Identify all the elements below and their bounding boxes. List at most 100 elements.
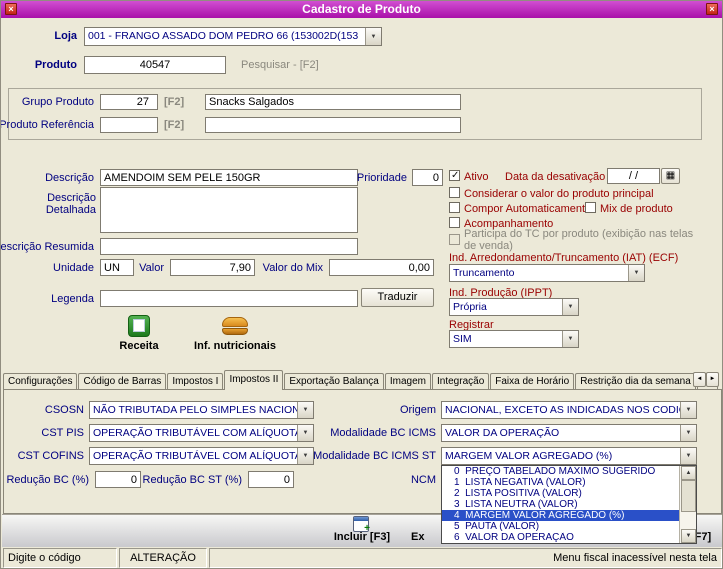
chevron-down-icon[interactable]: ▼ — [680, 448, 696, 464]
modalidade-bc-icms-st-dropdown: 0 PREÇO TABELADO MÁXIMO SUGERIDO 1 LISTA… — [441, 465, 697, 544]
chevron-down-icon[interactable]: ▼ — [680, 402, 696, 418]
csosn-value: NÃO TRIBUTADA PELO SIMPLES NACIONAL — [93, 404, 297, 416]
descricao-detalhada-label: Descrição Detalhada — [45, 192, 96, 216]
chevron-down-icon[interactable]: ▼ — [297, 448, 313, 464]
cst-cofins-select[interactable]: OPERAÇÃO TRIBUTÁVEL COM ALÍQUOTA BÁSICA … — [89, 447, 314, 465]
tab-restricao-dia-da-semana[interactable]: Restrição dia da semana — [575, 373, 696, 389]
reducao-bc-st-input[interactable] — [248, 471, 294, 488]
produto-referencia-name-input[interactable] — [205, 117, 461, 133]
mix-produto-label: Mix de produto — [600, 203, 673, 215]
origem-select[interactable]: NACIONAL, EXCETO AS INDICADAS NOS CODIGO… — [441, 401, 697, 419]
mix-produto-checkbox[interactable] — [585, 202, 596, 213]
dropdown-option[interactable]: 5 PAUTA (VALOR) — [442, 521, 681, 532]
tab-impostos-2[interactable]: Impostos II — [224, 370, 284, 390]
reducao-bc-st-label: Redução BC ST (%) — [142, 474, 242, 486]
dropdown-option[interactable]: 6 VALOR DA OPERAÇÃO — [442, 532, 681, 543]
inf-icon-top — [222, 317, 248, 327]
produto-referencia-code-input[interactable] — [100, 117, 158, 133]
tab-scroll-right-button[interactable]: ► — [706, 372, 719, 387]
modalidade-bc-icms-st-select[interactable]: MARGEM VALOR AGREGADO (%) ▼ — [441, 447, 697, 465]
valor-input[interactable] — [170, 259, 255, 276]
loja-label: Loja — [54, 30, 77, 42]
tab-scroll-buttons: ◄ ► — [693, 372, 719, 387]
modalidade-bc-icms-select[interactable]: VALOR DA OPERAÇÃO ▼ — [441, 424, 697, 442]
chevron-down-icon[interactable]: ▼ — [297, 402, 313, 418]
dropdown-option[interactable]: 2 LISTA POSITIVA (VALOR) — [442, 488, 681, 499]
prioridade-input[interactable] — [412, 169, 443, 186]
grupo-produto-name-input[interactable] — [205, 94, 461, 110]
reducao-bc-input[interactable] — [95, 471, 141, 488]
ncm-label: NCM — [410, 474, 436, 486]
inf-nutricionais-label: Inf. nutricionais — [194, 340, 276, 352]
considerar-checkbox[interactable] — [449, 187, 460, 198]
legenda-input[interactable] — [100, 290, 358, 307]
csosn-select[interactable]: NÃO TRIBUTADA PELO SIMPLES NACIONAL ▼ — [89, 401, 314, 419]
dropdown-option[interactable]: 0 PREÇO TABELADO MÁXIMO SUGERIDO — [442, 466, 681, 477]
calendar-icon: ▦ — [665, 170, 676, 181]
incluir-icon[interactable]: + — [353, 516, 370, 534]
descricao-resumida-input[interactable] — [100, 238, 358, 255]
close-icon[interactable]: × — [5, 3, 17, 15]
excluir-button-partial[interactable]: Ex — [411, 531, 424, 543]
chevron-down-icon[interactable]: ▼ — [297, 425, 313, 441]
produto-input[interactable] — [84, 56, 226, 74]
check-icon: ✓ — [451, 170, 460, 181]
acompanhamento-checkbox[interactable] — [449, 217, 460, 228]
scrollbar-thumb[interactable] — [681, 480, 696, 512]
tab-impostos-1[interactable]: Impostos I — [167, 373, 224, 389]
inf-nutricionais-icon[interactable] — [222, 317, 248, 336]
dropdown-scrollbar[interactable]: ▲ ▼ — [679, 466, 696, 543]
unidade-input[interactable] — [100, 259, 134, 276]
iat-label: Ind. Arredondamento/Truncamento (IAT) (E… — [449, 252, 679, 264]
close-button[interactable]: × — [706, 3, 718, 15]
chevron-down-icon[interactable]: ▼ — [628, 265, 644, 281]
cadastro-produto-window: Cadastro de Produto × × Loja 001 - FRANG… — [0, 0, 723, 569]
valor-mix-input[interactable] — [329, 259, 434, 276]
calendar-button[interactable]: ▦ — [661, 168, 680, 184]
scroll-up-icon[interactable]: ▲ — [681, 466, 696, 480]
chevron-down-icon[interactable]: ▼ — [680, 425, 696, 441]
status-fiscal-message: Menu fiscal inacessível nesta tela — [209, 548, 722, 568]
chevron-down-icon[interactable]: ▼ — [562, 331, 578, 347]
descricao-input[interactable] — [100, 169, 358, 186]
valor-label: Valor — [139, 262, 164, 274]
chevron-down-icon[interactable]: ▼ — [562, 299, 578, 315]
dropdown-option[interactable]: 3 LISTA NEUTRA (VALOR) — [442, 499, 681, 510]
ativo-checkbox[interactable]: ✓ — [449, 170, 460, 181]
pesquisar-hint: Pesquisar - [F2] — [241, 59, 319, 71]
title-bar: Cadastro de Produto — [1, 1, 722, 18]
tab-exportacao-balanca[interactable]: Exportação Balança — [284, 373, 384, 389]
origem-value: NACIONAL, EXCETO AS INDICADAS NOS CODIGO… — [445, 404, 680, 416]
produto-label: Produto — [34, 59, 77, 71]
cst-pis-select[interactable]: OPERAÇÃO TRIBUTÁVEL COM ALÍQUOTA BÁSICA … — [89, 424, 314, 442]
tab-configuracoes[interactable]: Configurações — [3, 373, 78, 389]
dropdown-option[interactable]: 1 LISTA NEGATIVA (VALOR) — [442, 477, 681, 488]
ippt-select[interactable]: Própria ▼ — [449, 298, 579, 316]
registrar-select[interactable]: SIM ▼ — [449, 330, 579, 348]
grupo-produto-code-input[interactable] — [100, 94, 158, 110]
incluir-button[interactable]: Incluir [F3] — [331, 531, 393, 543]
descricao-detalhada-input[interactable] — [100, 187, 358, 233]
scroll-down-icon[interactable]: ▼ — [681, 529, 696, 543]
tab-faixa-de-horario[interactable]: Faixa de Horário — [490, 373, 575, 389]
tab-integracao[interactable]: Integração — [432, 373, 490, 389]
registrar-value: SIM — [453, 333, 472, 345]
dropdown-option-selected[interactable]: 4 MARGEM VALOR AGREGADO (%) — [442, 510, 681, 521]
reducao-bc-label: Redução BC (%) — [6, 474, 89, 486]
receita-icon[interactable] — [128, 315, 150, 337]
traduzir-button[interactable]: Traduzir — [361, 288, 434, 307]
grupo-produto-label: Grupo Produto — [21, 96, 94, 108]
data-desativacao-input[interactable] — [607, 168, 660, 184]
compor-checkbox[interactable] — [449, 202, 460, 213]
valor-mix-label: Valor do Mix — [262, 262, 323, 274]
status-mode-badge: ALTERAÇÃO — [119, 548, 207, 568]
legenda-label: Legenda — [51, 293, 94, 305]
tab-codigo-de-barras[interactable]: Código de Barras — [78, 373, 167, 389]
origem-label: Origem — [399, 404, 436, 416]
iat-select[interactable]: Truncamento ▼ — [449, 264, 645, 282]
loja-select[interactable]: 001 - FRANGO ASSADO DOM PEDRO 66 (153002… — [84, 27, 382, 46]
participa-tc-label: Participa do TC por produto (exibição na… — [464, 228, 694, 252]
chevron-down-icon[interactable]: ▼ — [365, 28, 381, 45]
tab-imagem[interactable]: Imagem — [384, 373, 431, 389]
tab-scroll-left-button[interactable]: ◄ — [693, 372, 706, 387]
